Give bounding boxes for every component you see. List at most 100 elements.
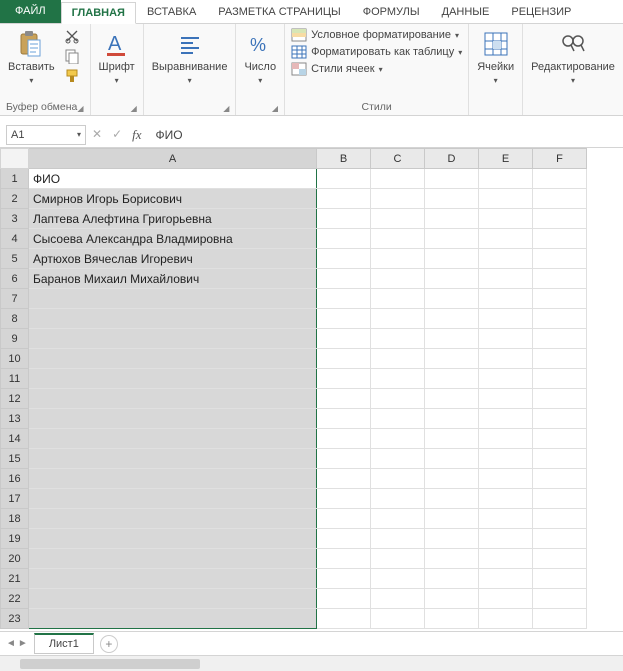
row-header-20[interactable]: 20 xyxy=(1,549,29,569)
cell-E2[interactable] xyxy=(479,189,533,209)
cell-A2[interactable]: Смирнов Игорь Борисович xyxy=(29,189,317,209)
cell-D10[interactable] xyxy=(425,349,479,369)
tab-insert[interactable]: ВСТАВКА xyxy=(136,1,207,23)
cell-A22[interactable] xyxy=(29,589,317,609)
cell-B13[interactable] xyxy=(317,409,371,429)
format-painter-icon[interactable] xyxy=(63,68,81,84)
row-header-22[interactable]: 22 xyxy=(1,589,29,609)
row-header-8[interactable]: 8 xyxy=(1,309,29,329)
cell-B7[interactable] xyxy=(317,289,371,309)
cell-B17[interactable] xyxy=(317,489,371,509)
cell-F23[interactable] xyxy=(533,609,587,629)
tab-layout[interactable]: РАЗМЕТКА СТРАНИЦЫ xyxy=(207,1,351,23)
sheet-tab[interactable]: Лист1 xyxy=(34,633,94,654)
cell-A21[interactable] xyxy=(29,569,317,589)
cell-B11[interactable] xyxy=(317,369,371,389)
tab-file[interactable]: ФАЙЛ xyxy=(0,0,61,23)
cell-A9[interactable] xyxy=(29,329,317,349)
cell-E5[interactable] xyxy=(479,249,533,269)
alignment-button[interactable]: Выравнивание ▾ xyxy=(150,28,230,87)
dialog-launcher-icon[interactable]: ◢ xyxy=(223,104,229,113)
cell-E20[interactable] xyxy=(479,549,533,569)
cell-C14[interactable] xyxy=(371,429,425,449)
tab-review[interactable]: РЕЦЕНЗИР xyxy=(500,1,582,23)
cell-B2[interactable] xyxy=(317,189,371,209)
cell-E6[interactable] xyxy=(479,269,533,289)
cell-F20[interactable] xyxy=(533,549,587,569)
cell-A1[interactable]: ФИО xyxy=(29,169,317,189)
cell-E11[interactable] xyxy=(479,369,533,389)
cell-F17[interactable] xyxy=(533,489,587,509)
cut-icon[interactable] xyxy=(63,28,81,44)
cell-E21[interactable] xyxy=(479,569,533,589)
cell-styles-button[interactable]: Стили ячеек ▾ xyxy=(291,62,462,76)
row-header-7[interactable]: 7 xyxy=(1,289,29,309)
tab-data[interactable]: ДАННЫЕ xyxy=(431,1,501,23)
row-header-5[interactable]: 5 xyxy=(1,249,29,269)
cell-A7[interactable] xyxy=(29,289,317,309)
cell-D2[interactable] xyxy=(425,189,479,209)
dialog-launcher-icon[interactable]: ◢ xyxy=(131,104,137,113)
row-header-23[interactable]: 23 xyxy=(1,609,29,629)
cell-B22[interactable] xyxy=(317,589,371,609)
cell-C8[interactable] xyxy=(371,309,425,329)
cell-D15[interactable] xyxy=(425,449,479,469)
cell-C22[interactable] xyxy=(371,589,425,609)
cell-A23[interactable] xyxy=(29,609,317,629)
cell-A12[interactable] xyxy=(29,389,317,409)
cell-E18[interactable] xyxy=(479,509,533,529)
cell-E1[interactable] xyxy=(479,169,533,189)
cell-D19[interactable] xyxy=(425,529,479,549)
row-header-13[interactable]: 13 xyxy=(1,409,29,429)
cell-E23[interactable] xyxy=(479,609,533,629)
cell-D18[interactable] xyxy=(425,509,479,529)
cell-F12[interactable] xyxy=(533,389,587,409)
cell-A13[interactable] xyxy=(29,409,317,429)
cell-A8[interactable] xyxy=(29,309,317,329)
cell-D20[interactable] xyxy=(425,549,479,569)
cell-E15[interactable] xyxy=(479,449,533,469)
row-header-21[interactable]: 21 xyxy=(1,569,29,589)
cell-C6[interactable] xyxy=(371,269,425,289)
row-header-16[interactable]: 16 xyxy=(1,469,29,489)
cell-B14[interactable] xyxy=(317,429,371,449)
row-header-1[interactable]: 1 xyxy=(1,169,29,189)
cell-B15[interactable] xyxy=(317,449,371,469)
cell-C7[interactable] xyxy=(371,289,425,309)
cell-F1[interactable] xyxy=(533,169,587,189)
cell-A6[interactable]: Баранов Михаил Михайлович xyxy=(29,269,317,289)
tab-home[interactable]: ГЛАВНАЯ xyxy=(61,2,136,24)
cell-B6[interactable] xyxy=(317,269,371,289)
cell-A5[interactable]: Артюхов Вячеслав Игоревич xyxy=(29,249,317,269)
row-header-2[interactable]: 2 xyxy=(1,189,29,209)
cell-E19[interactable] xyxy=(479,529,533,549)
cell-F22[interactable] xyxy=(533,589,587,609)
cell-A4[interactable]: Сысоева Александра Владмировна xyxy=(29,229,317,249)
cell-C20[interactable] xyxy=(371,549,425,569)
cell-B4[interactable] xyxy=(317,229,371,249)
cell-F9[interactable] xyxy=(533,329,587,349)
cell-F11[interactable] xyxy=(533,369,587,389)
cell-C19[interactable] xyxy=(371,529,425,549)
cell-D13[interactable] xyxy=(425,409,479,429)
select-all-corner[interactable] xyxy=(1,149,29,169)
dialog-launcher-icon[interactable]: ◢ xyxy=(77,104,83,113)
cell-D22[interactable] xyxy=(425,589,479,609)
cell-F16[interactable] xyxy=(533,469,587,489)
cell-C17[interactable] xyxy=(371,489,425,509)
row-header-19[interactable]: 19 xyxy=(1,529,29,549)
cell-B1[interactable] xyxy=(317,169,371,189)
cell-C18[interactable] xyxy=(371,509,425,529)
row-header-10[interactable]: 10 xyxy=(1,349,29,369)
cell-D12[interactable] xyxy=(425,389,479,409)
number-button[interactable]: % Число ▾ xyxy=(242,28,278,87)
cell-B20[interactable] xyxy=(317,549,371,569)
cell-F5[interactable] xyxy=(533,249,587,269)
editing-button[interactable]: Редактирование ▾ xyxy=(529,28,617,87)
cell-C12[interactable] xyxy=(371,389,425,409)
cell-D6[interactable] xyxy=(425,269,479,289)
cell-C23[interactable] xyxy=(371,609,425,629)
cell-D17[interactable] xyxy=(425,489,479,509)
cells-button[interactable]: Ячейки ▾ xyxy=(475,28,516,87)
cell-F8[interactable] xyxy=(533,309,587,329)
